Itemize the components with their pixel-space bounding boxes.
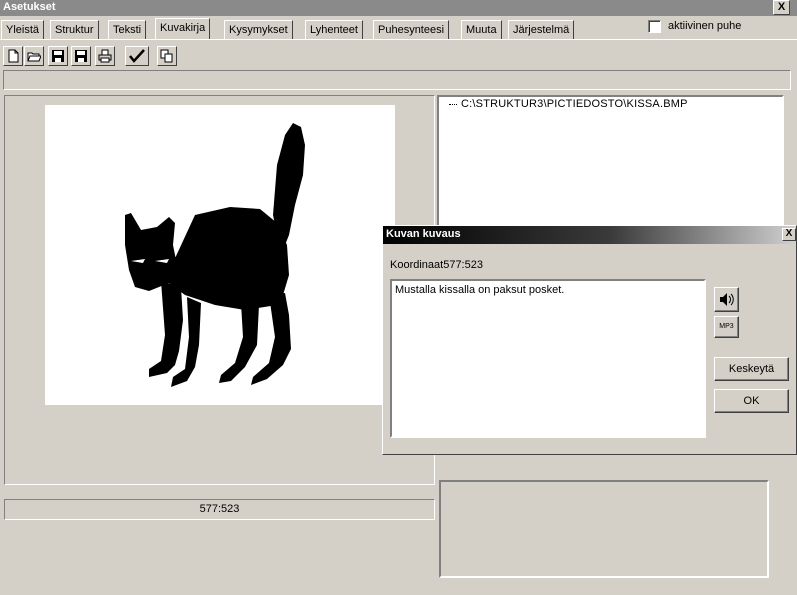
info-panel bbox=[439, 480, 769, 578]
tab-kuvakirja[interactable]: Kuvakirja bbox=[155, 18, 211, 40]
save-as-button[interactable] bbox=[71, 46, 91, 66]
window-title-bar: Asetukset bbox=[0, 0, 797, 16]
tab-muuta[interactable]: Muuta bbox=[461, 20, 502, 40]
save-as-icon bbox=[75, 50, 87, 62]
print-icon bbox=[98, 49, 112, 63]
speak-button[interactable] bbox=[714, 287, 739, 312]
picture-canvas[interactable] bbox=[45, 105, 395, 405]
tree-connector bbox=[449, 104, 457, 105]
tab-divider bbox=[0, 39, 797, 40]
dialog-title: Kuvan kuvaus bbox=[386, 228, 461, 240]
cancel-button[interactable]: Keskeytä bbox=[714, 357, 789, 381]
dialog-coordinate-label: Koordinaat577:523 bbox=[390, 259, 483, 271]
new-file-icon bbox=[8, 49, 19, 63]
speaker-icon bbox=[720, 293, 734, 306]
open-button[interactable] bbox=[24, 46, 44, 66]
dialog-close-button[interactable]: X bbox=[782, 228, 796, 241]
description-textarea[interactable]: Mustalla kissalla on paksut posket. bbox=[390, 279, 706, 438]
tab-struktur[interactable]: Struktur bbox=[50, 20, 99, 40]
open-folder-icon bbox=[27, 52, 41, 62]
coordinate-display: 577:523 bbox=[4, 499, 435, 520]
window-close-button[interactable]: X bbox=[773, 0, 790, 15]
speech-checkbox-label: aktiivinen puhe bbox=[668, 20, 742, 32]
status-strip bbox=[3, 70, 791, 90]
copy-button[interactable] bbox=[157, 46, 177, 66]
copy-icon bbox=[160, 49, 173, 63]
tab-yleista[interactable]: Yleistä bbox=[1, 20, 45, 40]
window-title: Asetukset bbox=[3, 1, 56, 13]
ok-button[interactable]: OK bbox=[714, 389, 789, 413]
tab-lyhenteet[interactable]: Lyhenteet bbox=[305, 20, 363, 40]
tab-kysymykset[interactable]: Kysymykset bbox=[224, 20, 293, 40]
tab-bar: Yleistä Struktur Teksti Kuvakirja Kysymy… bbox=[0, 18, 640, 40]
tab-jarjestelma[interactable]: Järjestelmä bbox=[508, 20, 575, 40]
tree-item-file[interactable]: C:\STRUKTUR3\PICTIEDOSTO\KISSA.BMP bbox=[461, 98, 688, 110]
save-icon bbox=[52, 50, 64, 62]
speech-checkbox[interactable] bbox=[648, 20, 661, 33]
accept-button[interactable] bbox=[125, 46, 149, 66]
mp3-button[interactable]: MP3 bbox=[714, 316, 739, 338]
tab-puhesynteesi[interactable]: Puhesynteesi bbox=[373, 20, 450, 40]
tab-teksti[interactable]: Teksti bbox=[108, 20, 147, 40]
checkmark-icon bbox=[129, 49, 145, 63]
save-button[interactable] bbox=[48, 46, 68, 66]
new-file-button[interactable] bbox=[3, 46, 23, 66]
print-button[interactable] bbox=[95, 46, 115, 66]
dialog-title-bar: Kuvan kuvaus bbox=[383, 226, 796, 244]
black-cat-image bbox=[125, 123, 305, 387]
